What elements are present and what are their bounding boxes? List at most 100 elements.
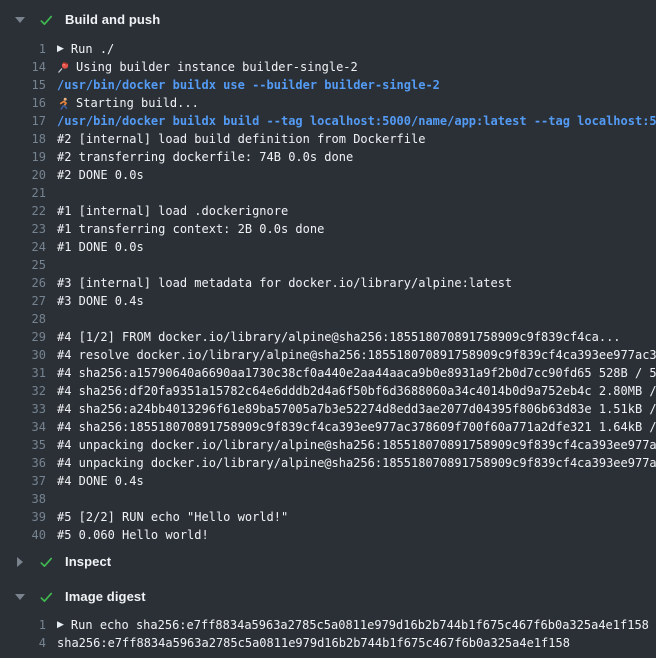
line-text-content: #4 unpacking docker.io/library/alpine@sh… <box>57 436 656 454</box>
section-title: Build and push <box>65 12 160 28</box>
log-line: 38 <box>0 490 656 508</box>
log-line: 19 #2 transferring dockerfile: 74B 0.0s … <box>0 148 656 166</box>
log-line: 37 #4 DONE 0.4s <box>0 472 656 490</box>
line-text-content: Starting build... <box>76 94 199 112</box>
line-text: #4 sha256:df20fa9351a15782c64e6dddb2d4a6… <box>57 382 656 400</box>
log-line: 4 sha256:e7ff8834a5963a2785c5a0811e979d1… <box>0 634 656 652</box>
line-text-content: Using builder instance builder-single-2 <box>76 58 358 76</box>
line-number[interactable]: 34 <box>0 418 57 436</box>
line-text-content: #4 resolve docker.io/library/alpine@sha2… <box>57 346 656 364</box>
line-number[interactable]: 30 <box>0 346 57 364</box>
line-text-content: sha256:e7ff8834a5963a2785c5a0811e979d16b… <box>57 634 570 652</box>
log-line: 14 Using builder instance builder-single… <box>0 58 656 76</box>
line-number[interactable]: 1 <box>0 616 57 634</box>
section-header-image-digest[interactable]: Image digest <box>0 580 656 605</box>
line-number[interactable]: 16 <box>0 94 57 112</box>
section-header-build-and-push[interactable]: Build and push <box>0 0 656 28</box>
line-text: #2 transferring dockerfile: 74B 0.0s don… <box>57 148 353 166</box>
line-number[interactable]: 40 <box>0 526 57 544</box>
line-text: /usr/bin/docker buildx use --builder bui… <box>57 76 440 94</box>
chevron-down-icon[interactable] <box>13 12 27 28</box>
line-number[interactable]: 26 <box>0 274 57 292</box>
chevron-right-icon[interactable] <box>13 554 27 570</box>
line-number[interactable]: 27 <box>0 292 57 310</box>
line-text-content: #2 DONE 0.0s <box>57 166 144 184</box>
line-number[interactable]: 25 <box>0 256 57 274</box>
log-line: 39 #5 [2/2] RUN echo "Hello world!" <box>0 508 656 526</box>
line-text-content: #3 DONE 0.4s <box>57 292 144 310</box>
line-number[interactable]: 20 <box>0 166 57 184</box>
log-line: 21 <box>0 184 656 202</box>
line-text-content: #4 [1/2] FROM docker.io/library/alpine@s… <box>57 328 621 346</box>
line-number[interactable]: 18 <box>0 130 57 148</box>
line-text-content: #1 transferring context: 2B 0.0s done <box>57 220 324 238</box>
line-text-content: #5 0.060 Hello world! <box>57 526 209 544</box>
line-text: sha256:e7ff8834a5963a2785c5a0811e979d16b… <box>57 634 570 652</box>
line-text-content: #3 [internal] load metadata for docker.i… <box>57 274 512 292</box>
log-line: 28 <box>0 310 656 328</box>
line-number[interactable]: 32 <box>0 382 57 400</box>
log-line: 34 #4 sha256:185518070891758909c9f839cf4… <box>0 418 656 436</box>
line-text: #4 DONE 0.4s <box>57 472 144 490</box>
log-line: 15 /usr/bin/docker buildx use --builder … <box>0 76 656 94</box>
run-toggle-icon[interactable]: ▶ <box>57 40 64 58</box>
log-section-build-and-push: Build and push 1 ▶Run ./ 14 Using builde… <box>0 0 656 544</box>
line-number[interactable]: 23 <box>0 220 57 238</box>
log-line: 23 #1 transferring context: 2B 0.0s done <box>0 220 656 238</box>
line-number[interactable]: 35 <box>0 436 57 454</box>
line-text-content: #1 [internal] load .dockerignore <box>57 202 288 220</box>
log-line: 30 #4 resolve docker.io/library/alpine@s… <box>0 346 656 364</box>
line-number[interactable]: 28 <box>0 310 57 328</box>
line-number[interactable]: 14 <box>0 58 57 76</box>
line-text-content: /usr/bin/docker buildx build --tag local… <box>57 112 656 130</box>
line-text: Starting build... <box>57 94 199 112</box>
line-number[interactable]: 38 <box>0 490 57 508</box>
log-line: 1 ▶ Run echo sha256:e7ff8834a5963a2785c5a… <box>0 616 656 634</box>
line-number[interactable]: 21 <box>0 184 57 202</box>
line-number[interactable]: 15 <box>0 76 57 94</box>
log-section-image-digest: Image digest 1 ▶ Run echo sha256:e7ff8834… <box>0 580 656 652</box>
line-text: #3 [internal] load metadata for docker.i… <box>57 274 512 292</box>
log-line: 22 #1 [internal] load .dockerignore <box>0 202 656 220</box>
section-header-inspect[interactable]: Inspect <box>0 544 656 580</box>
log-line: 26 #3 [internal] load metadata for docke… <box>0 274 656 292</box>
log-line: 33 #4 sha256:a24bb4013296f61e89ba57005a7… <box>0 400 656 418</box>
line-text-content: #4 sha256:a24bb4013296f61e89ba57005a7b3e… <box>57 400 656 418</box>
line-text: #4 [1/2] FROM docker.io/library/alpine@s… <box>57 328 621 346</box>
line-number[interactable]: 33 <box>0 400 57 418</box>
log-line: 17 /usr/bin/docker buildx build --tag lo… <box>0 112 656 130</box>
line-text-content: #1 DONE 0.0s <box>57 238 144 256</box>
line-text: ▶ Run echo sha256:e7ff8834a5963a2785c5a08… <box>57 616 649 634</box>
line-number[interactable]: 1 <box>0 40 57 58</box>
line-text: #4 unpacking docker.io/library/alpine@sh… <box>57 436 656 454</box>
line-text-content: Run echo sha256:e7ff8834a5963a2785c5a081… <box>71 616 649 634</box>
line-number[interactable]: 31 <box>0 364 57 382</box>
line-number[interactable]: 39 <box>0 508 57 526</box>
chevron-down-icon[interactable] <box>13 589 27 605</box>
line-number[interactable]: 22 <box>0 202 57 220</box>
line-number[interactable]: 36 <box>0 454 57 472</box>
line-number[interactable]: 37 <box>0 472 57 490</box>
log-line: 31 #4 sha256:a15790640a6690aa1730c38cf0a… <box>0 364 656 382</box>
line-number[interactable]: 29 <box>0 328 57 346</box>
line-text-content: #4 sha256:185518070891758909c9f839cf4ca3… <box>57 418 656 436</box>
line-number[interactable]: 17 <box>0 112 57 130</box>
line-text-content: /usr/bin/docker buildx use --builder bui… <box>57 76 440 94</box>
line-number[interactable]: 19 <box>0 148 57 166</box>
check-success-icon <box>39 589 55 605</box>
log-line: 18 #2 [internal] load build definition f… <box>0 130 656 148</box>
line-number[interactable]: 4 <box>0 634 57 652</box>
log-lines: 1 ▶ Run echo sha256:e7ff8834a5963a2785c5a… <box>0 616 656 652</box>
line-text-content: #4 DONE 0.4s <box>57 472 144 490</box>
log-line: 27 #3 DONE 0.4s <box>0 292 656 310</box>
line-text: #4 sha256:a15790640a6690aa1730c38cf0a440… <box>57 364 656 382</box>
log-line: 25 <box>0 256 656 274</box>
line-number[interactable]: 24 <box>0 238 57 256</box>
check-success-icon <box>39 12 55 28</box>
log-line: 1 ▶Run ./ <box>0 40 656 58</box>
line-text: #1 transferring context: 2B 0.0s done <box>57 220 324 238</box>
line-text-content: #2 [internal] load build definition from… <box>57 130 425 148</box>
runner-icon <box>57 97 76 110</box>
run-toggle-icon[interactable]: ▶ <box>57 616 64 634</box>
line-text: #4 sha256:185518070891758909c9f839cf4ca3… <box>57 418 656 436</box>
